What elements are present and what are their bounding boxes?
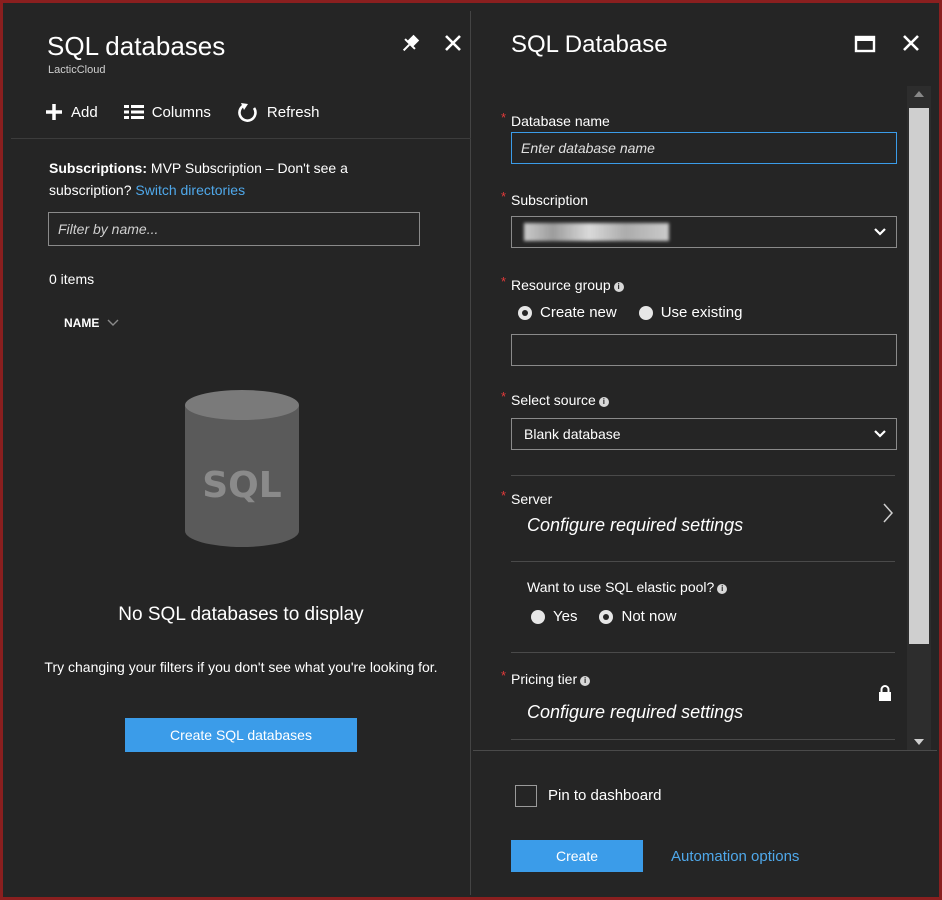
empty-state-description: Try changing your filters if you don't s… xyxy=(44,659,438,675)
switch-directories-link[interactable]: Switch directories xyxy=(135,182,245,198)
select-source-dropdown[interactable]: Blank database xyxy=(511,418,897,450)
add-button[interactable]: Add xyxy=(45,103,98,121)
pin-to-dashboard-checkbox[interactable] xyxy=(515,785,537,807)
divider xyxy=(511,739,895,740)
columns-button[interactable]: Columns xyxy=(123,103,211,121)
sql-database-icon: SQL xyxy=(185,390,299,547)
divider xyxy=(11,138,471,139)
refresh-button[interactable]: Refresh xyxy=(237,101,320,123)
use-existing-label: Use existing xyxy=(660,304,743,321)
use-existing-radio[interactable]: Use existing xyxy=(638,304,743,321)
elastic-pool-yes-radio[interactable]: Yes xyxy=(531,608,577,625)
radio-icon xyxy=(638,305,653,320)
create-sql-databases-button[interactable]: Create SQL databases xyxy=(125,718,357,752)
elastic-pool-not-now-radio[interactable]: Not now xyxy=(599,608,677,625)
server-label: * Server xyxy=(501,488,553,507)
scroll-up-arrow-icon[interactable] xyxy=(914,91,924,97)
chevron-right-icon xyxy=(883,503,893,523)
create-form: * Database name * Subscription * Resourc… xyxy=(473,81,913,749)
pin-to-dashboard-label[interactable]: Pin to dashboard xyxy=(548,787,661,804)
info-icon[interactable]: i xyxy=(598,397,609,407)
scroll-down-arrow-icon[interactable] xyxy=(914,739,924,745)
refresh-label: Refresh xyxy=(266,103,320,121)
server-label-text: Server xyxy=(511,491,553,507)
select-source-label: * Select source i xyxy=(501,389,609,408)
elastic-pool-label: Want to use SQL elastic pool? i xyxy=(527,579,728,595)
database-name-label-text: Database name xyxy=(511,113,610,129)
info-icon[interactable]: i xyxy=(580,676,591,686)
name-column-label: NAME xyxy=(64,316,100,330)
subscription-label-text: Subscription xyxy=(511,192,589,208)
required-marker: * xyxy=(501,189,507,204)
not-now-label: Not now xyxy=(621,608,677,625)
server-value: Configure required settings xyxy=(527,515,744,535)
create-new-radio[interactable]: Create new xyxy=(518,304,617,321)
divider xyxy=(511,561,895,562)
pin-icon[interactable] xyxy=(399,33,421,55)
sql-icon-text: SQL xyxy=(202,465,281,506)
add-label: Add xyxy=(71,103,98,121)
blade-subtitle: LacticCloud xyxy=(48,64,106,76)
pricing-tier-value: Configure required settings xyxy=(527,702,744,722)
items-count: 0 items xyxy=(49,271,95,287)
required-marker: * xyxy=(501,389,507,404)
sql-databases-blade: SQL databases LacticCloud Add Columns Re… xyxy=(11,11,471,895)
name-column-header[interactable]: NAME xyxy=(64,316,119,330)
footer-divider xyxy=(473,750,937,751)
required-marker: * xyxy=(501,488,507,503)
resource-group-label-text: Resource group xyxy=(511,277,611,293)
info-icon[interactable]: i xyxy=(717,584,728,594)
filter-input[interactable] xyxy=(48,212,420,246)
automation-options-link[interactable]: Automation options xyxy=(671,848,799,865)
database-name-input[interactable] xyxy=(511,132,897,164)
sql-database-create-blade: SQL Database * Database name * Subscript… xyxy=(473,11,937,895)
select-source-label-text: Select source xyxy=(511,392,596,408)
required-marker: * xyxy=(501,110,507,125)
subscription-select[interactable] xyxy=(511,216,897,248)
radio-icon xyxy=(531,609,545,624)
divider xyxy=(511,475,895,476)
database-name-label: * Database name xyxy=(501,110,610,129)
elastic-pool-label-text: Want to use SQL elastic pool? xyxy=(527,579,715,595)
subscriptions-label: Subscriptions: xyxy=(49,160,148,176)
divider xyxy=(511,652,895,653)
radio-selected-icon xyxy=(599,609,614,624)
required-marker: * xyxy=(501,668,507,683)
chevron-down-icon xyxy=(107,319,119,326)
command-bar: Add Columns Refresh xyxy=(45,97,319,127)
refresh-icon xyxy=(238,103,257,122)
close-icon[interactable] xyxy=(899,31,923,55)
empty-state-title: No SQL databases to display xyxy=(118,604,364,625)
pricing-tier-label: * Pricing tier i xyxy=(501,668,591,687)
scrollbar-thumb[interactable] xyxy=(909,108,929,644)
blade-title: SQL Database xyxy=(511,31,668,58)
window-frame: SQL databases LacticCloud Add Columns Re… xyxy=(0,0,942,900)
resource-group-input[interactable] xyxy=(511,334,897,366)
resource-group-options: Create new Use existing xyxy=(518,304,742,321)
subscriptions-info: Subscriptions: MVP Subscription – Don't … xyxy=(49,157,429,201)
subscription-value-redacted xyxy=(524,223,669,241)
info-icon[interactable]: i xyxy=(613,282,624,292)
radio-selected-icon xyxy=(518,305,532,320)
elastic-pool-options: Yes Not now xyxy=(531,608,677,625)
resource-group-label: * Resource group i xyxy=(501,274,624,293)
blade-title: SQL databases xyxy=(47,31,226,61)
maximize-icon[interactable] xyxy=(854,33,876,55)
scrollbar[interactable] xyxy=(907,86,931,750)
close-icon[interactable] xyxy=(441,31,465,55)
columns-icon xyxy=(123,105,144,119)
pricing-tier-label-text: Pricing tier xyxy=(511,671,578,687)
lock-icon xyxy=(879,685,891,701)
columns-label: Columns xyxy=(151,103,211,121)
select-source-value: Blank database xyxy=(524,426,621,442)
create-button[interactable]: Create xyxy=(511,840,643,872)
required-marker: * xyxy=(501,274,507,289)
chevron-down-icon xyxy=(874,430,886,438)
create-new-label: Create new xyxy=(540,304,617,321)
subscription-label: * Subscription xyxy=(501,189,589,208)
yes-label: Yes xyxy=(553,608,578,625)
plus-icon xyxy=(46,104,62,120)
chevron-down-icon xyxy=(874,228,886,236)
